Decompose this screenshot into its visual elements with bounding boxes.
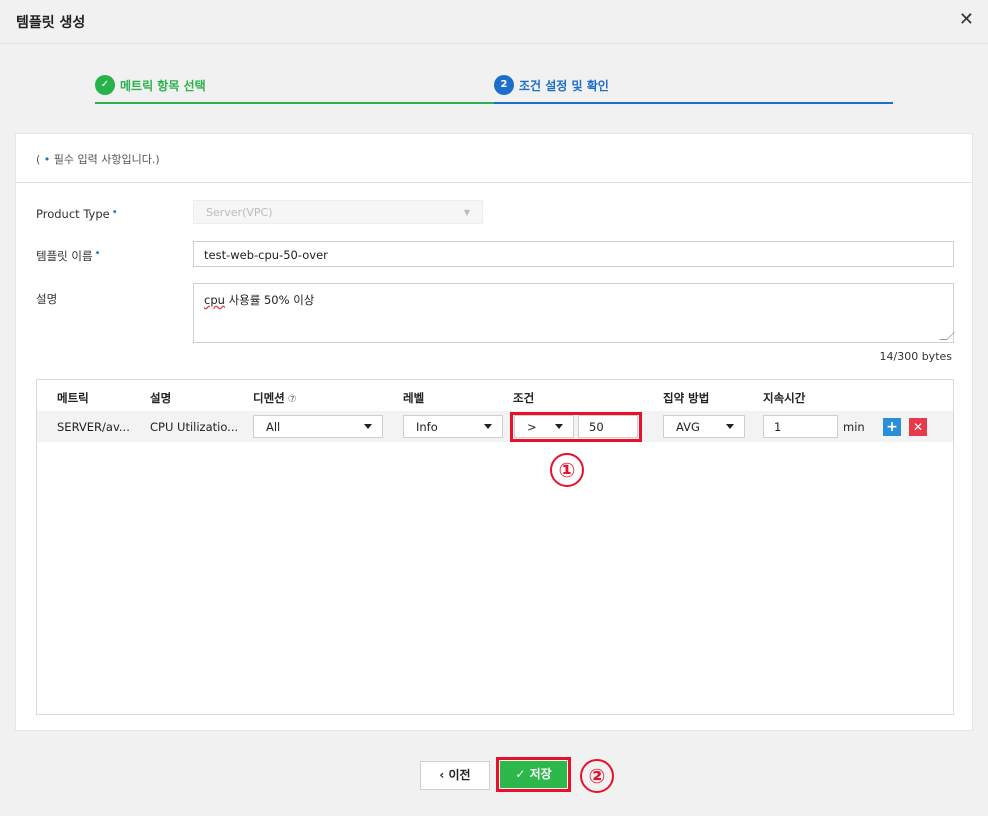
product-type-select: Server(VPC) ▼ [193, 200, 483, 224]
stepper: ✓ 메트릭 항목 선택 2 조건 설정 및 확인 [95, 72, 893, 104]
modal-header: 템플릿 생성 ✕ [0, 0, 988, 44]
header-duration: 지속시간 [763, 391, 806, 405]
description-textarea[interactable]: cpu 사용률 50% 이상 [193, 283, 955, 343]
previous-button[interactable]: ‹ 이전 [420, 761, 490, 790]
save-button[interactable]: ✓ 저장 [500, 761, 567, 788]
step-label: 메트릭 항목 선택 [120, 79, 206, 93]
byte-counter: 14/300 bytes [879, 350, 953, 363]
form-panel: ( • 필수 입력 사항입니다.) Product Type • Server(V… [15, 133, 973, 731]
help-icon[interactable]: ⑦ [288, 394, 297, 405]
step-number: 2 [494, 75, 514, 95]
header-dimension: 디멘션 ⑦ [253, 391, 297, 405]
description-cell: CPU Utilizatio... [150, 420, 239, 434]
caret-down-icon [726, 424, 734, 429]
template-name-input[interactable]: test-web-cpu-50-over [193, 241, 954, 267]
caret-down-icon: ▼ [463, 208, 470, 217]
dimension-select[interactable]: All [253, 415, 383, 438]
close-icon[interactable]: ✕ [959, 10, 974, 30]
add-row-button[interactable]: + [883, 418, 901, 436]
required-dot: • [111, 207, 118, 218]
delete-row-button[interactable]: ✕ [909, 418, 927, 436]
annotation-marker-2: ② [580, 759, 614, 793]
divider [16, 182, 972, 183]
annotation-marker-1: ① [550, 453, 584, 487]
metric-cell: SERVER/av... [57, 420, 130, 434]
header-level: 레벨 [403, 391, 425, 405]
step-label: 조건 설정 및 확인 [519, 79, 609, 93]
header-metric: 메트릭 [57, 391, 89, 405]
duration-input[interactable]: 1 [763, 415, 838, 438]
condition-highlight [510, 412, 642, 442]
header-condition: 조건 [513, 391, 535, 405]
aggregation-select[interactable]: AVG [663, 415, 745, 438]
condition-table: 메트릭 설명 디멘션 ⑦ 레벨 조건 집약 방법 지속시간 SERVER/av..… [36, 379, 954, 715]
required-dot: • [94, 248, 101, 259]
modal-title: 템플릿 생성 [16, 15, 86, 31]
template-name-label: 템플릿 이름 • [36, 248, 101, 263]
step-condition-setting[interactable]: 2 조건 설정 및 확인 [494, 72, 893, 104]
caret-down-icon [364, 424, 372, 429]
required-note: ( • 필수 입력 사항입니다.) [36, 153, 160, 166]
table-row: SERVER/av... CPU Utilizatio... All Info … [37, 411, 953, 442]
check-icon: ✓ [95, 75, 115, 95]
product-type-label: Product Type • [36, 207, 118, 221]
description-label: 설명 [36, 292, 58, 306]
check-icon: ✓ [515, 767, 526, 781]
duration-unit: min [843, 420, 865, 434]
header-description: 설명 [150, 391, 172, 405]
step-metric-selection[interactable]: ✓ 메트릭 항목 선택 [95, 72, 494, 104]
resize-handle-icon[interactable] [939, 332, 955, 340]
chevron-left-icon: ‹ [439, 768, 445, 782]
level-select[interactable]: Info [403, 415, 503, 438]
caret-down-icon [484, 424, 492, 429]
header-aggregation: 집약 방법 [663, 391, 710, 405]
